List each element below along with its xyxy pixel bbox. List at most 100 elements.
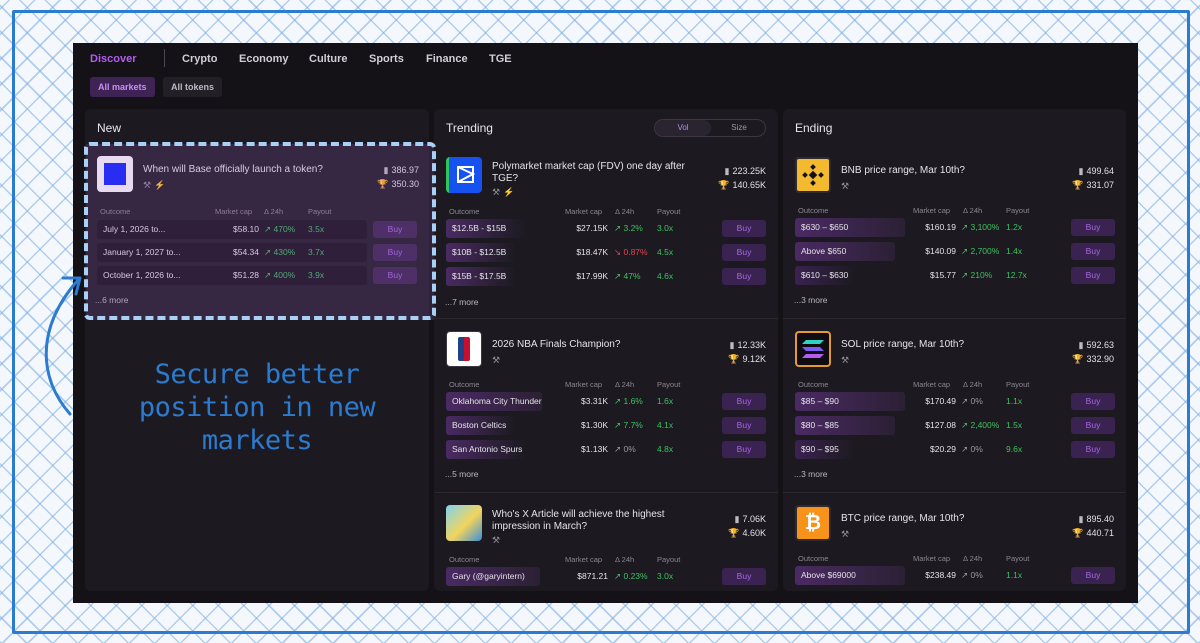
header-market-cap: Market cap — [913, 380, 951, 389]
more-outcomes-link[interactable]: ...3 more — [794, 469, 828, 479]
outcome-label: $10B - $12.5B — [446, 243, 516, 262]
buy-button[interactable]: Buy — [722, 220, 766, 237]
buy-button[interactable]: Buy — [1071, 567, 1115, 584]
outcome-row[interactable]: $12.5B - $15B $27.15K ↗ 3.2% 3.0x Buy — [446, 219, 768, 238]
more-outcomes-link[interactable]: ...7 more — [445, 297, 479, 307]
market-title[interactable]: Polymarket market cap (FDV) one day afte… — [492, 161, 702, 185]
volume-stat: ▮ 499.64 — [1078, 166, 1114, 176]
bnb-logo — [795, 157, 831, 193]
payout-value: 4.5x — [657, 247, 674, 257]
header-delta: Δ 24h — [615, 555, 635, 564]
nav-discover[interactable]: Discover — [90, 53, 136, 65]
header-outcome: Outcome — [449, 207, 480, 216]
hammer-icon: ⚒ — [841, 355, 850, 365]
size-stat: 🏆 140.65K — [718, 180, 766, 190]
bar-chart-icon: ▮ — [734, 514, 740, 524]
change-value: ↗ 0% — [614, 444, 636, 454]
market-cap-value: $127.08 — [925, 420, 956, 430]
market-card-sol[interactable]: SOL price range, Mar 10th? ⚒ ▮ 592.63 🏆 33… — [783, 319, 1126, 493]
toggle-vol[interactable]: Vol — [655, 120, 711, 136]
buy-button[interactable]: Buy — [722, 393, 766, 410]
header-payout: Payout — [1006, 554, 1030, 563]
market-card-x-article[interactable]: Who's X Article will achieve the highest… — [434, 493, 778, 591]
market-title[interactable]: SOL price range, Mar 10th? — [841, 339, 1051, 351]
market-title[interactable]: BTC price range, Mar 10th? — [841, 513, 1051, 525]
market-card-btc[interactable]: ₿ BTC price range, Mar 10th? ⚒ ▮ 895.40 🏆… — [783, 493, 1126, 591]
payout-value: 1.5x — [1006, 420, 1023, 430]
polymarket-logo — [446, 157, 482, 193]
buy-button[interactable]: Buy — [722, 417, 766, 434]
market-card-polymarket[interactable]: Polymarket market cap (FDV) one day afte… — [434, 145, 778, 319]
header-payout: Payout — [657, 380, 681, 389]
toggle-size[interactable]: Size — [711, 120, 767, 136]
bar-chart-icon: ▮ — [729, 340, 735, 350]
header-delta: Δ 24h — [963, 554, 983, 563]
nav-finance[interactable]: Finance — [426, 53, 468, 65]
tab-all-tokens[interactable]: All tokens — [163, 77, 223, 97]
volume-stat: ▮ 895.40 — [1078, 514, 1114, 524]
nav-sports[interactable]: Sports — [369, 53, 404, 65]
more-outcomes-link[interactable]: ...5 more — [445, 469, 479, 479]
outcome-row[interactable]: $15B - $17.5B $17.99K ↗ 47% 4.6x Buy — [446, 267, 768, 286]
outcome-row[interactable]: $630 – $650 $160.19 ↗ 3,100% 1.2x Buy — [795, 218, 1117, 237]
outcome-row[interactable]: Above $69000 $238.49 ↗ 0% 1.1x Buy — [795, 566, 1117, 585]
tab-all-markets[interactable]: All markets — [90, 77, 155, 97]
outcome-label: Oklahoma City Thunder — [446, 392, 542, 411]
market-cap-value: $871.21 — [577, 571, 608, 581]
outcome-row[interactable]: Above $650 $140.09 ↗ 2,700% 1.4x Buy — [795, 242, 1117, 261]
nav-crypto[interactable]: Crypto — [182, 53, 217, 65]
buy-button[interactable]: Buy — [722, 244, 766, 261]
change-value: ↗ 0.23% — [614, 571, 648, 581]
volume-stat: ▮ 223.25K — [724, 166, 766, 176]
market-card-nba[interactable]: 2026 NBA Finals Champion? ⚒ ▮ 12.33K 🏆 9.1… — [434, 319, 778, 493]
column-ending: Ending BNB price range, Mar 10th? ⚒ ▮ 499… — [783, 109, 1126, 591]
market-cap-value: $27.15K — [576, 223, 608, 233]
market-card-bnb[interactable]: BNB price range, Mar 10th? ⚒ ▮ 499.64 🏆 33… — [783, 145, 1126, 319]
annotation-callout: Secure better position in new markets — [138, 359, 376, 456]
nav-tge[interactable]: TGE — [489, 53, 512, 65]
buy-button[interactable]: Buy — [1071, 393, 1115, 410]
buy-button[interactable]: Buy — [1071, 441, 1115, 458]
change-value: ↗ 3.2% — [614, 223, 643, 233]
outcome-label: Above $69000 — [795, 566, 905, 585]
payout-value: 1.2x — [1006, 222, 1023, 232]
outcome-row[interactable]: $610 – $630 $15.77 ↗ 210% 12.7x Buy — [795, 266, 1117, 285]
highlight-dashed-box — [84, 142, 436, 320]
outcome-label: $630 – $650 — [795, 218, 905, 237]
market-title[interactable]: 2026 NBA Finals Champion? — [492, 339, 702, 351]
outcome-row[interactable]: San Antonio Spurs $1.13K ↗ 0% 4.8x Buy — [446, 440, 768, 459]
outcome-row[interactable]: Gary (@garyintern) $871.21 ↗ 0.23% 3.0x … — [446, 567, 768, 586]
column-trending: Trending Vol Size Polymarket market cap … — [434, 109, 778, 591]
outcome-row[interactable]: $90 – $95 $20.29 ↗ 0% 9.6x Buy — [795, 440, 1117, 459]
buy-button[interactable]: Buy — [1071, 267, 1115, 284]
outcome-row[interactable]: Oklahoma City Thunder $3.31K ↗ 1.6% 1.6x… — [446, 392, 768, 411]
nav-separator — [164, 49, 165, 67]
sort-toggle[interactable]: Vol Size — [654, 119, 766, 137]
buy-button[interactable]: Buy — [722, 441, 766, 458]
header-delta: Δ 24h — [963, 206, 983, 215]
outcome-label: Boston Celtics — [446, 416, 516, 435]
nav-economy[interactable]: Economy — [239, 53, 289, 65]
outcome-row[interactable]: $10B - $12.5B $18.47K ↘ 0.87% 4.5x Buy — [446, 243, 768, 262]
buy-button[interactable]: Buy — [722, 268, 766, 285]
buy-button[interactable]: Buy — [1071, 219, 1115, 236]
outcome-row[interactable]: $80 – $85 $127.08 ↗ 2,400% 1.5x Buy — [795, 416, 1117, 435]
buy-button[interactable]: Buy — [722, 568, 766, 585]
header-delta: Δ 24h — [615, 207, 635, 216]
market-title[interactable]: Who's X Article will achieve the highest… — [492, 509, 702, 533]
more-outcomes-link[interactable]: ...3 more — [794, 295, 828, 305]
trophy-icon: 🏆 — [1072, 528, 1084, 538]
outcome-row[interactable]: $85 – $90 $170.49 ↗ 0% 1.1x Buy — [795, 392, 1117, 411]
payout-value: 9.6x — [1006, 444, 1023, 454]
market-cap-value: $170.49 — [925, 396, 956, 406]
buy-button[interactable]: Buy — [1071, 243, 1115, 260]
volume-stat: ▮ 592.63 — [1078, 340, 1114, 350]
payout-value: 3.0x — [657, 223, 674, 233]
outcome-label: Above $650 — [795, 242, 895, 261]
buy-button[interactable]: Buy — [1071, 417, 1115, 434]
market-title[interactable]: BNB price range, Mar 10th? — [841, 165, 1051, 177]
outcome-label: Gary (@garyintern) — [446, 567, 540, 586]
nav-culture[interactable]: Culture — [309, 53, 348, 65]
outcome-row[interactable]: Boston Celtics $1.30K ↗ 7.7% 4.1x Buy — [446, 416, 768, 435]
column-title: New — [97, 121, 122, 135]
